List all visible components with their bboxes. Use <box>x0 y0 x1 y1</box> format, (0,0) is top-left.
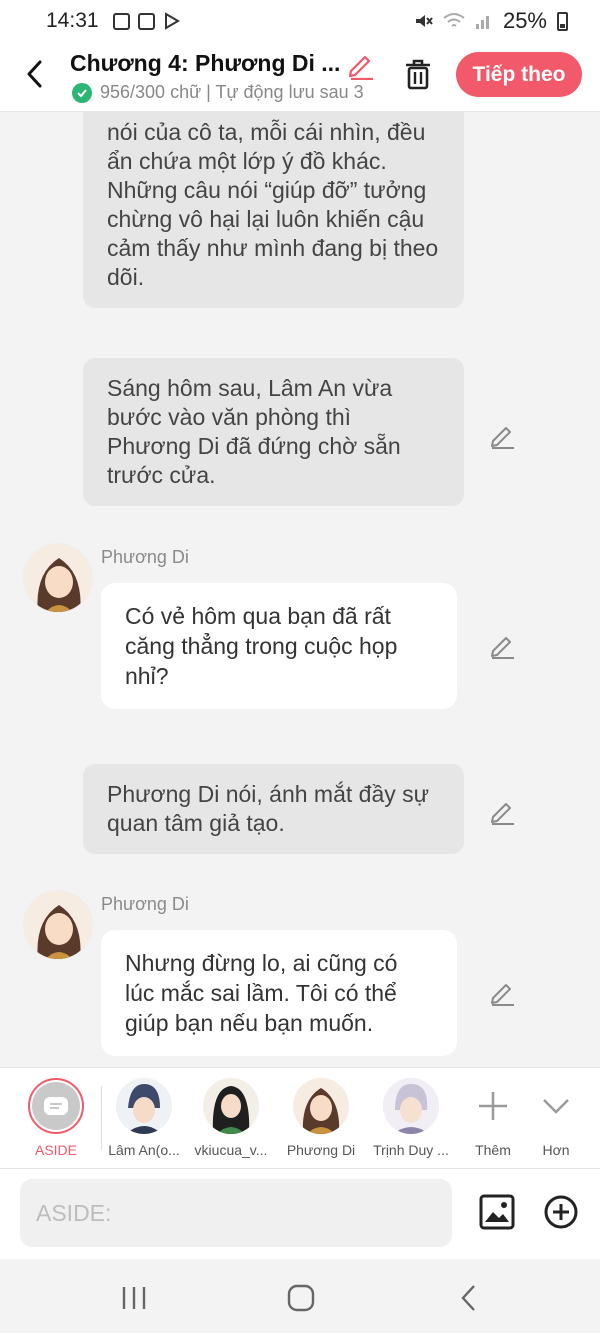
gallery-icon <box>112 12 130 30</box>
character-label: vkiucua_v... <box>194 1142 268 1158</box>
autosave-text: 956/300 chữ | Tự động lưu sau 3 <box>100 82 364 102</box>
check-icon <box>72 82 92 103</box>
character-label: Lâm An(o... <box>108 1142 180 1158</box>
status-right: 25% <box>413 8 568 34</box>
avatar[interactable] <box>23 890 93 960</box>
character-label: Phương Di <box>286 1142 356 1158</box>
character-avatar <box>383 1078 439 1134</box>
recent-apps-icon[interactable] <box>116 1281 152 1315</box>
image-icon[interactable] <box>478 1193 516 1231</box>
character-phuong-di[interactable]: Phương Di <box>276 1078 366 1158</box>
speaker-name: Phương Di <box>101 547 189 567</box>
character-avatar <box>293 1078 349 1134</box>
edit-pencil-icon[interactable] <box>489 978 517 1006</box>
character-avatar <box>116 1078 172 1134</box>
edit-pencil-icon[interactable] <box>489 421 517 449</box>
signal-icon <box>475 16 489 29</box>
chevron-down-icon <box>543 1099 569 1114</box>
narration-text: Sáng hôm sau, Lâm An vừa bước vào văn ph… <box>107 375 401 488</box>
speech-text: Nhưng đừng lo, ai cũng có lúc mắc sai lầ… <box>125 950 398 1036</box>
character-label: ASIDE <box>34 1142 77 1158</box>
back-nav-icon[interactable] <box>452 1281 488 1315</box>
add-circle-icon[interactable] <box>542 1193 580 1231</box>
battery-icon <box>557 11 568 31</box>
status-bar: 14:31 25% <box>0 0 600 42</box>
character-vkiucua[interactable]: vkiucua_v... <box>186 1078 276 1158</box>
narration-text: nói của cô ta, mỗi cái nhìn, đều ẩn chứa… <box>107 119 439 290</box>
mute-icon <box>415 15 433 27</box>
composer <box>0 1169 600 1259</box>
narration-text: Phương Di nói, ánh mắt đầy sự quan tâm g… <box>107 781 430 836</box>
chapter-title[interactable]: Chương 4: Phương Di ... <box>70 50 342 77</box>
speech-text: Có vẻ hôm qua bạn đã rất căng thẳng tron… <box>125 603 398 689</box>
edit-pencil-icon[interactable] <box>489 797 517 825</box>
message-input[interactable] <box>20 1179 452 1247</box>
edit-pencil-icon[interactable] <box>489 631 517 659</box>
battery-percent: 25% <box>502 8 547 33</box>
back-button[interactable] <box>20 56 52 92</box>
collapse-button[interactable]: Hơn <box>512 1078 600 1158</box>
home-icon[interactable] <box>283 1281 319 1315</box>
character-lam-an[interactable]: Lâm An(o... <box>99 1078 189 1158</box>
chat-area[interactable]: nói của cô ta, mỗi cái nhìn, đều ẩn chứa… <box>0 112 600 1067</box>
character-portrait <box>24 544 92 612</box>
speech-bubble[interactable]: Có vẻ hôm qua bạn đã rất căng thẳng tron… <box>101 583 457 709</box>
status-time: 14:31 <box>46 9 99 32</box>
next-button[interactable]: Tiếp theo <box>456 52 582 97</box>
narration-bubble[interactable]: Sáng hôm sau, Lâm An vừa bước vào văn ph… <box>83 358 464 506</box>
avatar[interactable] <box>23 543 93 613</box>
character-trinh-duy[interactable]: Trịnh Duy ... <box>366 1078 456 1158</box>
collapse-label: Hơn <box>542 1142 570 1158</box>
system-nav-bar <box>0 1259 600 1333</box>
aside-chat-icon <box>44 1097 68 1115</box>
speaker-name: Phương Di <box>101 894 189 914</box>
checkbox-icon <box>137 12 155 30</box>
character-portrait <box>24 891 92 959</box>
character-aside[interactable]: ASIDE <box>11 1078 101 1158</box>
edit-title-icon[interactable] <box>346 50 376 80</box>
speech-bubble[interactable]: Nhưng đừng lo, ai cũng có lúc mắc sai lầ… <box>101 930 457 1056</box>
trash-icon[interactable] <box>402 56 434 92</box>
notification-icons <box>112 12 181 30</box>
play-store-icon <box>164 12 180 30</box>
aside-avatar <box>28 1078 84 1134</box>
chapter-header: Chương 4: Phương Di ... 956/300 chữ | Tự… <box>0 42 600 112</box>
character-label: Trịnh Duy ... <box>373 1142 449 1158</box>
character-avatar <box>203 1078 259 1134</box>
word-count-status: 956/300 chữ | Tự động lưu sau 3 <box>72 82 377 103</box>
character-bar: ASIDE Lâm An(o... vkiucua_v... Phương Di… <box>0 1067 600 1169</box>
narration-bubble[interactable]: Phương Di nói, ánh mắt đầy sự quan tâm g… <box>83 764 464 854</box>
wifi-icon <box>443 13 465 27</box>
narration-bubble[interactable]: nói của cô ta, mỗi cái nhìn, đều ẩn chứa… <box>83 112 464 308</box>
